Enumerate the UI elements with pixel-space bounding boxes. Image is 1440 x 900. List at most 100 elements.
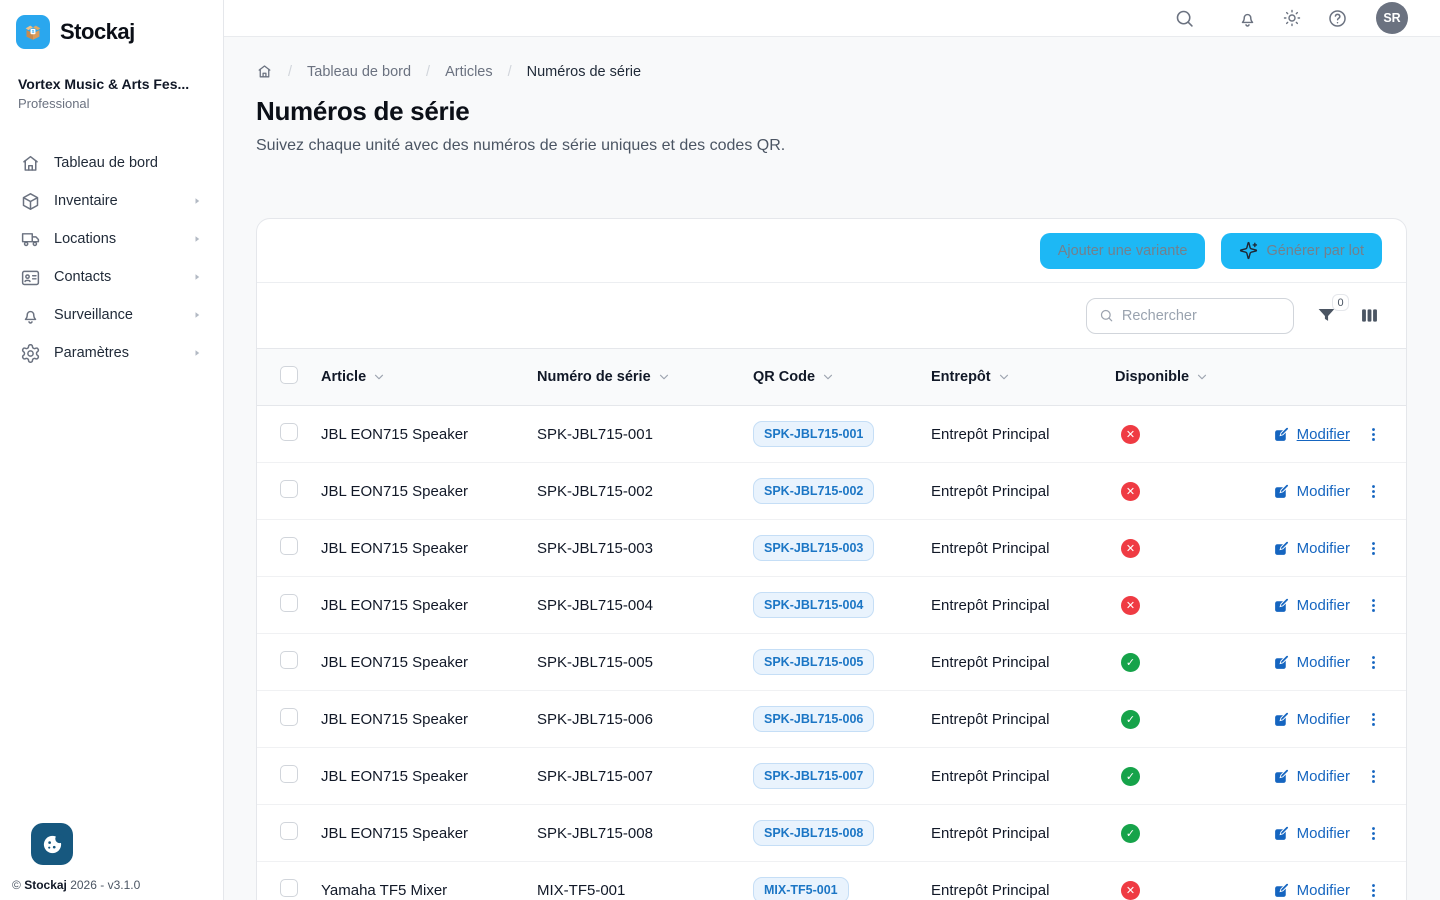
theme-toggle-button[interactable]: [1274, 0, 1310, 36]
breadcrumb: / Tableau de bord / Articles / Numéros d…: [256, 63, 1407, 80]
bell-icon: [20, 305, 41, 326]
column-header-qrcode[interactable]: QR Code: [753, 369, 931, 385]
edit-button[interactable]: Modifier: [1273, 711, 1350, 728]
row-checkbox[interactable]: [280, 537, 298, 555]
article-name: JBL EON715 Speaker: [321, 654, 537, 671]
qr-code-chip[interactable]: SPK-JBL715-008: [753, 820, 874, 846]
breadcrumb-item-articles[interactable]: Articles: [445, 64, 493, 80]
row-checkbox[interactable]: [280, 594, 298, 612]
qr-code-chip[interactable]: SPK-JBL715-006: [753, 706, 874, 732]
brand[interactable]: S Stockaj: [16, 15, 207, 49]
row-menu-button[interactable]: [1365, 711, 1382, 728]
column-header-serial[interactable]: Numéro de série: [537, 369, 753, 385]
breadcrumb-item-dashboard[interactable]: Tableau de bord: [307, 64, 411, 80]
qr-code-chip[interactable]: SPK-JBL715-007: [753, 763, 874, 789]
kebab-menu-icon: [1365, 768, 1382, 785]
edit-button[interactable]: Modifier: [1273, 768, 1350, 785]
page-content: / Tableau de bord / Articles / Numéros d…: [224, 37, 1440, 900]
edit-pencil-icon: [1273, 825, 1290, 842]
chevron-right-icon: [191, 233, 203, 245]
column-header-warehouse[interactable]: Entrepôt: [931, 369, 1115, 385]
sidebar-item-locations[interactable]: Locations: [16, 220, 207, 258]
columns-button[interactable]: [1359, 305, 1380, 326]
select-all-checkbox[interactable]: [280, 366, 298, 384]
row-checkbox[interactable]: [280, 480, 298, 498]
row-menu-button[interactable]: [1365, 825, 1382, 842]
qr-code-chip[interactable]: SPK-JBL715-002: [753, 478, 874, 504]
sidebar-item-label: Tableau de bord: [54, 155, 158, 171]
qr-code-chip[interactable]: SPK-JBL715-003: [753, 535, 874, 561]
edit-button[interactable]: Modifier: [1273, 654, 1350, 671]
notifications-button[interactable]: [1229, 0, 1265, 36]
article-name: Yamaha TF5 Mixer: [321, 882, 537, 899]
edit-button[interactable]: Modifier: [1273, 540, 1350, 557]
row-checkbox[interactable]: [280, 423, 298, 441]
edit-button[interactable]: Modifier: [1273, 483, 1350, 500]
edit-button[interactable]: Modifier: [1273, 426, 1350, 443]
organization-name: Vortex Music & Arts Fes...: [18, 76, 207, 92]
main-area: SR / Tableau de bord / Articles / Numéro…: [224, 0, 1440, 900]
global-search-button[interactable]: [1166, 0, 1202, 36]
row-menu-button[interactable]: [1365, 768, 1382, 785]
warehouse-name: Entrepôt Principal: [931, 540, 1115, 557]
page-title: Numéros de série: [256, 96, 1407, 127]
cube-icon: [20, 191, 41, 212]
row-menu-button[interactable]: [1365, 654, 1382, 671]
add-variant-button[interactable]: Ajouter une variante: [1040, 233, 1206, 269]
qr-code-chip[interactable]: SPK-JBL715-001: [753, 421, 874, 447]
breadcrumb-home-icon[interactable]: [256, 63, 273, 80]
qr-code-chip[interactable]: SPK-JBL715-005: [753, 649, 874, 675]
kebab-menu-icon: [1365, 540, 1382, 557]
row-menu-button[interactable]: [1365, 597, 1382, 614]
row-checkbox[interactable]: [280, 708, 298, 726]
sidebar-item-tableau-de-bord[interactable]: Tableau de bord: [16, 144, 207, 182]
column-header-available[interactable]: Disponible: [1115, 369, 1218, 385]
availability-status-icon: ✕: [1121, 881, 1140, 900]
kebab-menu-icon: [1365, 654, 1382, 671]
warehouse-name: Entrepôt Principal: [931, 426, 1115, 443]
qr-code-chip[interactable]: MIX-TF5-001: [753, 877, 849, 900]
column-header-article[interactable]: Article: [321, 369, 537, 385]
batch-generate-button[interactable]: Générer par lot: [1221, 233, 1382, 269]
article-name: JBL EON715 Speaker: [321, 768, 537, 785]
row-menu-button[interactable]: [1365, 540, 1382, 557]
sidebar-item-parametres[interactable]: Paramètres: [16, 334, 207, 372]
warehouse-name: Entrepôt Principal: [931, 825, 1115, 842]
row-checkbox[interactable]: [280, 651, 298, 669]
cookie-icon: [41, 833, 64, 856]
serial-number: SPK-JBL715-002: [537, 483, 753, 500]
article-name: JBL EON715 Speaker: [321, 711, 537, 728]
kebab-menu-icon: [1365, 597, 1382, 614]
sidebar-item-surveillance[interactable]: Surveillance: [16, 296, 207, 334]
page-subtitle: Suivez chaque unité avec des numéros de …: [256, 137, 1407, 155]
row-checkbox[interactable]: [280, 765, 298, 783]
row-checkbox[interactable]: [280, 879, 298, 897]
row-menu-button[interactable]: [1365, 426, 1382, 443]
row-menu-button[interactable]: [1365, 882, 1382, 899]
row-menu-button[interactable]: [1365, 483, 1382, 500]
cookie-settings-button[interactable]: [31, 823, 73, 865]
help-button[interactable]: [1319, 0, 1355, 36]
organization-plan: Professional: [18, 96, 207, 111]
user-avatar[interactable]: SR: [1376, 2, 1408, 34]
filter-button[interactable]: 0: [1316, 305, 1337, 326]
article-name: JBL EON715 Speaker: [321, 825, 537, 842]
table-row: JBL EON715 Speaker SPK-JBL715-008 SPK-JB…: [257, 805, 1406, 862]
availability-status-icon: ✓: [1121, 824, 1140, 843]
edit-button[interactable]: Modifier: [1273, 825, 1350, 842]
sidebar-item-contacts[interactable]: Contacts: [16, 258, 207, 296]
table-row: JBL EON715 Speaker SPK-JBL715-006 SPK-JB…: [257, 691, 1406, 748]
truck-icon: [20, 229, 41, 250]
row-checkbox[interactable]: [280, 822, 298, 840]
sidebar-item-inventaire[interactable]: Inventaire: [16, 182, 207, 220]
article-name: JBL EON715 Speaker: [321, 483, 537, 500]
edit-button[interactable]: Modifier: [1273, 882, 1350, 899]
kebab-menu-icon: [1365, 426, 1382, 443]
sidebar-item-label: Contacts: [54, 269, 111, 285]
home-icon: [20, 153, 41, 174]
qr-code-chip[interactable]: SPK-JBL715-004: [753, 592, 874, 618]
search-input[interactable]: [1122, 308, 1281, 324]
sidebar: S Stockaj Vortex Music & Arts Fes... Pro…: [0, 0, 224, 900]
availability-status-icon: ✓: [1121, 767, 1140, 786]
edit-button[interactable]: Modifier: [1273, 597, 1350, 614]
